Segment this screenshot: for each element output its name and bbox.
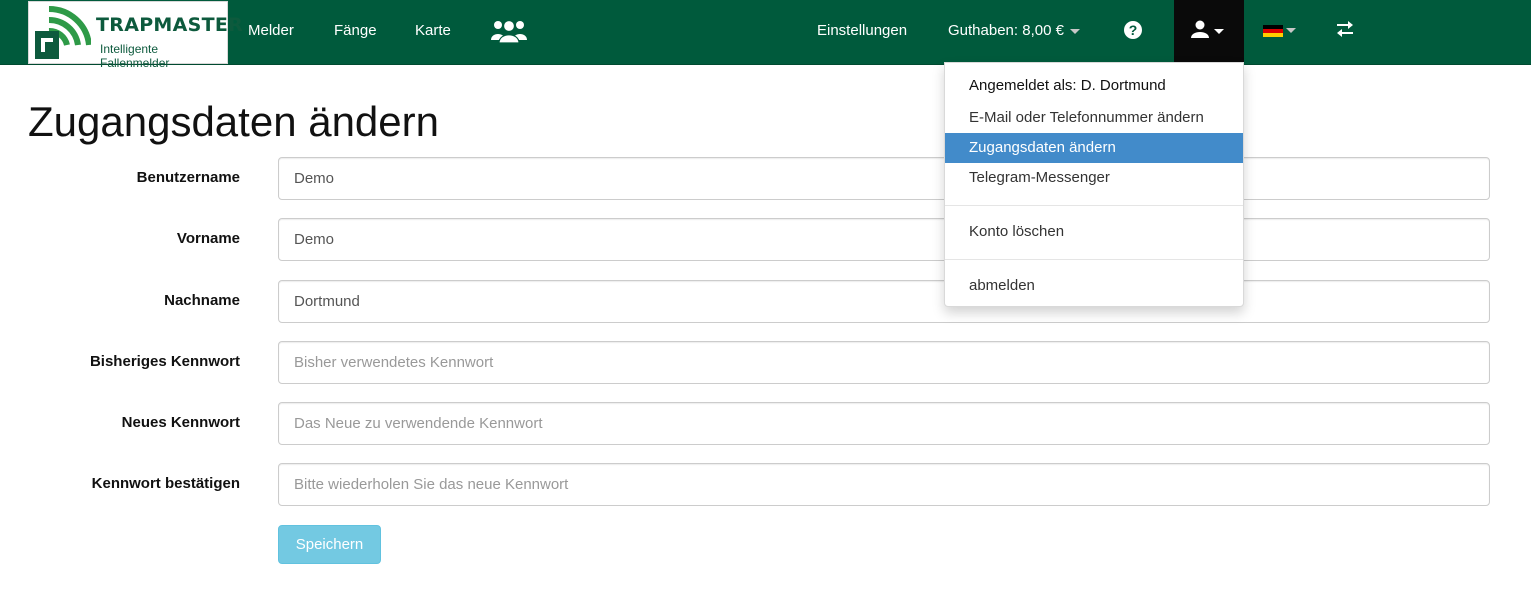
nav-settings[interactable]: Einstellungen [817,0,907,62]
user-menu-toggle[interactable] [1174,0,1244,62]
lastname-input[interactable] [278,280,1490,323]
label-username: Benutzername [136,169,240,186]
nav-karte[interactable]: Karte [415,0,451,62]
swap-arrows-icon[interactable] [1336,20,1354,38]
user-dropdown-menu: Angemeldet als: D. Dortmund E-Mail oder … [944,62,1244,307]
chevron-down-icon [1069,28,1080,34]
old-password-input[interactable] [278,341,1490,384]
label-firstname: Vorname [176,230,240,247]
flag-de-icon[interactable] [1263,25,1283,37]
chevron-down-icon[interactable] [1286,28,1296,33]
nav-faenge[interactable]: Fänge [334,0,377,62]
label-old-password: Bisheriges Kennwort [89,353,240,370]
brand-logo[interactable]: TRAPMASTER Intelligente Fallenmelder [28,1,243,70]
menu-item-change-credentials[interactable]: Zugangsdaten ändern [945,133,1243,163]
nav-melder[interactable]: Melder [248,0,294,62]
brand-tagline: Intelligente Fallenmelder [100,42,170,70]
user-icon [1191,20,1209,38]
menu-item-logout[interactable]: abmelden [945,271,1243,301]
menu-divider [945,259,1243,260]
menu-item-delete-account[interactable]: Konto löschen [945,217,1243,247]
firstname-input[interactable] [278,218,1490,261]
label-lastname: Nachname [164,292,240,309]
top-navbar: TRAPMASTER Intelligente Fallenmelder Mel… [0,0,1531,70]
label-new-password: Neues Kennwort [121,414,240,431]
credit-label: Guthaben: 8,00 € [948,22,1064,39]
menu-item-change-contact[interactable]: E-Mail oder Telefonnummer ändern [945,103,1243,133]
chevron-down-icon [1214,29,1224,34]
brand-name: TRAPMASTER [96,14,244,36]
label-confirm-password: Kennwort bestätigen [91,475,240,492]
users-icon[interactable] [490,18,528,44]
username-input[interactable] [278,157,1490,200]
new-password-input[interactable] [278,402,1490,445]
credit-dropdown[interactable]: Guthaben: 8,00 € [948,0,1080,62]
menu-divider [945,205,1243,206]
page-title: Zugangsdaten ändern [28,98,439,145]
signed-in-as: Angemeldet als: D. Dortmund [969,77,1166,94]
confirm-password-input[interactable] [278,463,1490,506]
save-button[interactable]: Speichern [278,525,381,564]
menu-item-telegram[interactable]: Telegram-Messenger [945,163,1243,193]
logo-mark-icon [35,5,91,59]
question-circle-icon[interactable]: ? [1124,21,1142,39]
